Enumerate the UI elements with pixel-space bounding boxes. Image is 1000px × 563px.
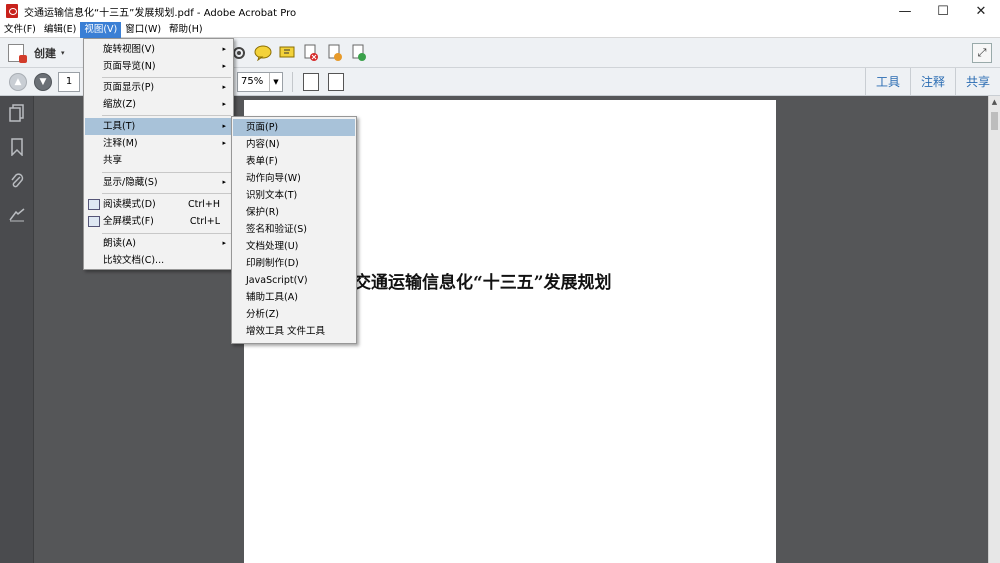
tools-submenu: 页面(P) 内容(N) 表单(F) 动作向导(W) 识别文本(T) 保护(R) … bbox=[231, 116, 357, 344]
menu-item-page-navigation[interactable]: 页面导览(N) ▸ bbox=[85, 58, 232, 75]
create-button[interactable]: 创建 ▾ bbox=[8, 43, 65, 63]
create-pdf-icon bbox=[8, 44, 27, 63]
menu-item-read-aloud[interactable]: 朗读(A) ▸ bbox=[85, 235, 232, 252]
menu-file[interactable]: 文件(F) bbox=[0, 22, 40, 38]
menu-item-show-hide[interactable]: 显示/隐藏(S) ▸ bbox=[85, 174, 232, 191]
task-pane-tabs: 工具 注释 共享 bbox=[864, 68, 1000, 96]
highlight-icon[interactable] bbox=[278, 44, 296, 62]
submenu-arrow-icon: ▸ bbox=[222, 62, 226, 70]
bookmark-icon[interactable] bbox=[8, 138, 26, 156]
shortcut-label: Ctrl+H bbox=[187, 199, 220, 210]
chevron-down-icon: ▾ bbox=[61, 49, 65, 57]
menu-item-forms[interactable]: 表单(F) bbox=[233, 153, 355, 170]
menu-window[interactable]: 窗口(W) bbox=[121, 22, 165, 38]
scroll-thumb[interactable] bbox=[991, 112, 998, 130]
menu-item-share[interactable]: 共享 bbox=[85, 152, 232, 169]
submenu-arrow-icon: ▸ bbox=[222, 122, 226, 130]
menu-item-rotate-view[interactable]: 旋转视图(V) ▸ bbox=[85, 41, 232, 58]
menu-view[interactable]: 视图(V) bbox=[80, 21, 122, 38]
navigation-panel bbox=[0, 96, 34, 563]
share-file-icon[interactable] bbox=[350, 44, 368, 62]
read-mode-icon bbox=[88, 199, 100, 210]
create-label: 创建 bbox=[34, 47, 56, 60]
comment-icon[interactable] bbox=[254, 44, 272, 62]
menu-item-recognize-text[interactable]: 识别文本(T) bbox=[233, 187, 355, 204]
menu-item-print-production[interactable]: 印刷制作(D) bbox=[233, 255, 355, 272]
scroll-up-arrow[interactable]: ▲ bbox=[989, 98, 1000, 108]
window-title: 交通运输信息化“十三五”发展规划.pdf - Adobe Acrobat Pro bbox=[24, 7, 297, 19]
minimize-button[interactable]: — bbox=[886, 0, 924, 22]
acrobat-app-icon bbox=[6, 4, 18, 18]
toolbar-icon-group bbox=[230, 44, 374, 62]
menu-separator bbox=[102, 233, 231, 234]
menu-edit[interactable]: 编辑(E) bbox=[40, 22, 80, 38]
full-screen-icon bbox=[88, 216, 100, 227]
menu-separator bbox=[102, 115, 231, 116]
export-icon[interactable] bbox=[326, 44, 344, 62]
vertical-scrollbar[interactable]: ▲ bbox=[988, 96, 1000, 563]
menu-item-comment[interactable]: 注释(M) ▸ bbox=[85, 135, 232, 152]
window-controls: — ☐ ✕ bbox=[886, 0, 1000, 22]
expand-icon[interactable]: ⤢ bbox=[972, 43, 992, 63]
tab-share[interactable]: 共享 bbox=[954, 68, 1000, 96]
fit-width-icon[interactable] bbox=[328, 73, 344, 91]
shortcut-label: Ctrl+L bbox=[189, 216, 220, 227]
menu-item-javascript[interactable]: JavaScript(V) bbox=[233, 272, 355, 289]
menu-item-page-display[interactable]: 页面显示(P) ▸ bbox=[85, 79, 232, 96]
submenu-arrow-icon: ▸ bbox=[222, 45, 226, 53]
fit-page-icon[interactable] bbox=[303, 73, 319, 91]
document-title: 交通运输信息化“十三五”发展规划 bbox=[354, 273, 612, 293]
menu-item-accessibility[interactable]: 辅助工具(A) bbox=[233, 289, 355, 306]
menu-item-tools[interactable]: 工具(T) ▸ bbox=[85, 118, 232, 135]
title-bar: 交通运输信息化“十三五”发展规划.pdf - Adobe Acrobat Pro… bbox=[0, 0, 1000, 22]
menu-item-content[interactable]: 内容(N) bbox=[233, 136, 355, 153]
submenu-arrow-icon: ▸ bbox=[222, 139, 226, 147]
close-button[interactable]: ✕ bbox=[962, 0, 1000, 22]
menu-item-protection[interactable]: 保护(R) bbox=[233, 204, 355, 221]
toolbar-separator bbox=[292, 72, 293, 92]
signature-icon[interactable] bbox=[8, 206, 26, 224]
submenu-arrow-icon: ▸ bbox=[222, 100, 226, 108]
delete-page-icon[interactable] bbox=[302, 44, 320, 62]
menu-separator bbox=[102, 172, 231, 173]
menu-separator bbox=[102, 77, 231, 78]
menu-separator bbox=[102, 193, 231, 194]
attachment-icon[interactable] bbox=[8, 172, 26, 190]
previous-page-icon[interactable]: ▲ bbox=[9, 73, 27, 91]
menu-item-full-screen[interactable]: 全屏模式(F) Ctrl+L bbox=[85, 213, 232, 230]
submenu-arrow-icon: ▸ bbox=[222, 178, 226, 186]
page-number-input[interactable]: 1 bbox=[58, 72, 80, 92]
maximize-button[interactable]: ☐ bbox=[924, 0, 962, 22]
chevron-down-icon: ▼ bbox=[269, 73, 282, 91]
menu-help[interactable]: 帮助(H) bbox=[165, 22, 207, 38]
next-page-icon[interactable]: ▼ bbox=[34, 73, 52, 91]
submenu-arrow-icon: ▸ bbox=[222, 239, 226, 247]
menu-item-action-wizard[interactable]: 动作向导(W) bbox=[233, 170, 355, 187]
menu-item-analyze[interactable]: 分析(Z) bbox=[233, 306, 355, 323]
menu-item-document-processing[interactable]: 文档处理(U) bbox=[233, 238, 355, 255]
submenu-arrow-icon: ▸ bbox=[222, 83, 226, 91]
menu-item-plugins[interactable]: 增效工具 文件工具 bbox=[233, 323, 355, 340]
menu-item-sign-certify[interactable]: 签名和验证(S) bbox=[233, 221, 355, 238]
zoom-select[interactable]: 75% ▼ bbox=[237, 72, 283, 92]
menu-item-zoom[interactable]: 缩放(Z) ▸ bbox=[85, 96, 232, 113]
menu-bar: 文件(F) 编辑(E) 视图(V) 窗口(W) 帮助(H) bbox=[0, 21, 1000, 38]
zoom-value: 75% bbox=[241, 76, 264, 87]
menu-item-pages[interactable]: 页面(P) bbox=[233, 119, 355, 136]
menu-item-compare-documents[interactable]: 比较文档(C)... bbox=[85, 252, 232, 269]
tab-tools[interactable]: 工具 bbox=[864, 68, 910, 96]
page-thumbnails-icon[interactable] bbox=[8, 104, 26, 122]
view-menu-dropdown: 旋转视图(V) ▸ 页面导览(N) ▸ 页面显示(P) ▸ 缩放(Z) ▸ 工具(T) ▸… bbox=[83, 38, 234, 270]
tab-comment[interactable]: 注释 bbox=[909, 68, 955, 96]
menu-item-read-mode[interactable]: 阅读模式(D) Ctrl+H bbox=[85, 196, 232, 213]
